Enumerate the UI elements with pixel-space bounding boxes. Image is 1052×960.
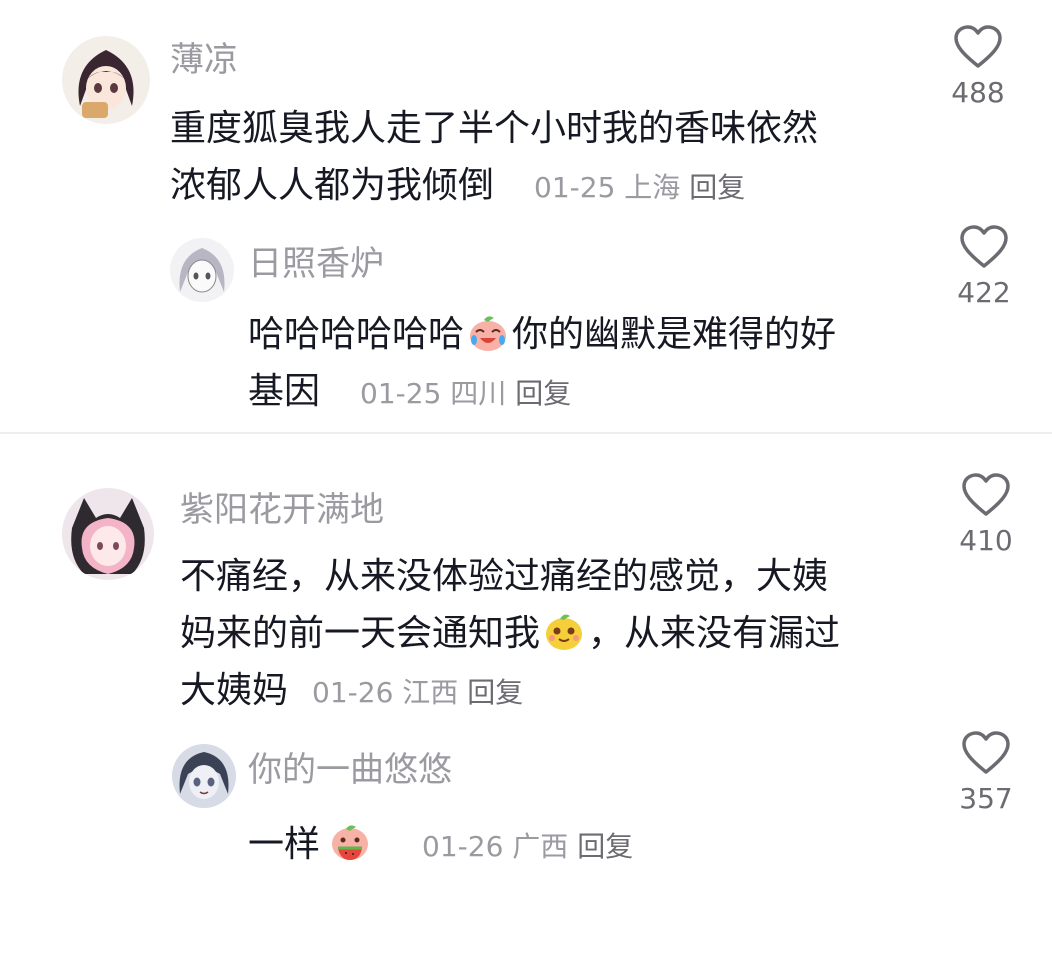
reply-button[interactable]: 回复	[515, 377, 571, 410]
comment-date: 01-25	[360, 377, 442, 410]
like-button[interactable]: 357	[936, 730, 1036, 815]
comment-text: 哈哈哈哈哈哈 你的幽默是难得的好 基因 01-25 四川 回复	[248, 306, 928, 422]
crying-laughing-peach-emoji-icon	[470, 316, 507, 351]
like-button[interactable]: 488	[928, 24, 1028, 109]
comment-text-line: 不痛经，从来没体验过痛经的感觉，大姨	[180, 556, 829, 597]
like-count: 422	[957, 276, 1011, 309]
comment-text-line: ，从来没有漏过	[588, 613, 841, 654]
comment-meta: 01-26 广西 回复	[422, 830, 633, 863]
username[interactable]: 日照香炉	[248, 242, 384, 286]
comment-location: 四川	[450, 377, 507, 410]
comment-date: 01-26	[312, 676, 394, 709]
heart-icon	[962, 731, 1010, 774]
pink-hair-girl-avatar-icon	[62, 488, 154, 580]
avatar[interactable]	[172, 744, 236, 808]
username[interactable]: 你的一曲悠悠	[248, 748, 452, 792]
divider	[0, 432, 1052, 434]
heart-icon	[962, 473, 1010, 516]
comment-location: 广西	[512, 830, 569, 863]
avatar[interactable]	[62, 488, 154, 580]
username[interactable]: 薄凉	[170, 38, 238, 82]
like-count: 410	[959, 524, 1013, 557]
sketch-girl-avatar-icon	[170, 238, 234, 302]
comment-text-line: 你的幽默是难得的好	[512, 314, 837, 355]
comment-text: 不痛经，从来没体验过痛经的感觉，大姨 妈来的前一天会通知我 ，从来没有漏过 大姨…	[180, 548, 920, 721]
comment-text-line: 大姨妈	[180, 670, 289, 711]
comment-meta: 01-26 江西 回复	[312, 676, 523, 709]
comment-location: 上海	[624, 171, 681, 204]
comment-meta: 01-25 四川 回复	[360, 377, 571, 410]
comment-text-line: 基因	[248, 371, 321, 412]
blue-hair-boy-avatar-icon	[172, 744, 236, 808]
comment-text-line: 一样	[248, 824, 321, 865]
yellow-smile-emoji-icon	[546, 614, 583, 650]
comment-text: 重度狐臭我人走了半个小时我的香味依然 浓郁人人都为我倾倒 01-25 上海 回复	[170, 100, 930, 216]
comment-text-line: 浓郁人人都为我倾倒	[170, 165, 495, 206]
comment-text: 一样 01-26 广西 回复	[248, 816, 928, 875]
like-button[interactable]: 410	[936, 472, 1036, 557]
like-count: 357	[959, 782, 1013, 815]
like-button[interactable]: 422	[934, 224, 1034, 309]
comment-meta: 01-25 上海 回复	[534, 171, 745, 204]
avatar[interactable]	[62, 36, 150, 124]
username[interactable]: 紫阳花开满地	[180, 488, 384, 532]
comment-date: 01-25	[534, 171, 616, 204]
comment-text-line: 重度狐臭我人走了半个小时我的香味依然	[170, 108, 819, 149]
reply-button[interactable]: 回复	[577, 830, 633, 863]
like-count: 488	[951, 76, 1005, 109]
heart-icon	[954, 25, 1002, 68]
reply-button[interactable]: 回复	[467, 676, 523, 709]
comment-text-line: 妈来的前一天会通知我	[180, 613, 541, 654]
watermelon-peach-emoji-icon	[332, 825, 369, 860]
comment-date: 01-26	[422, 830, 504, 863]
avatar[interactable]	[170, 238, 234, 302]
comment-location: 江西	[402, 676, 459, 709]
reply-button[interactable]: 回复	[689, 171, 745, 204]
comment-text-line: 哈哈哈哈哈哈	[248, 314, 465, 355]
anime-girl-avatar-icon	[62, 36, 150, 124]
heart-icon	[960, 225, 1008, 268]
